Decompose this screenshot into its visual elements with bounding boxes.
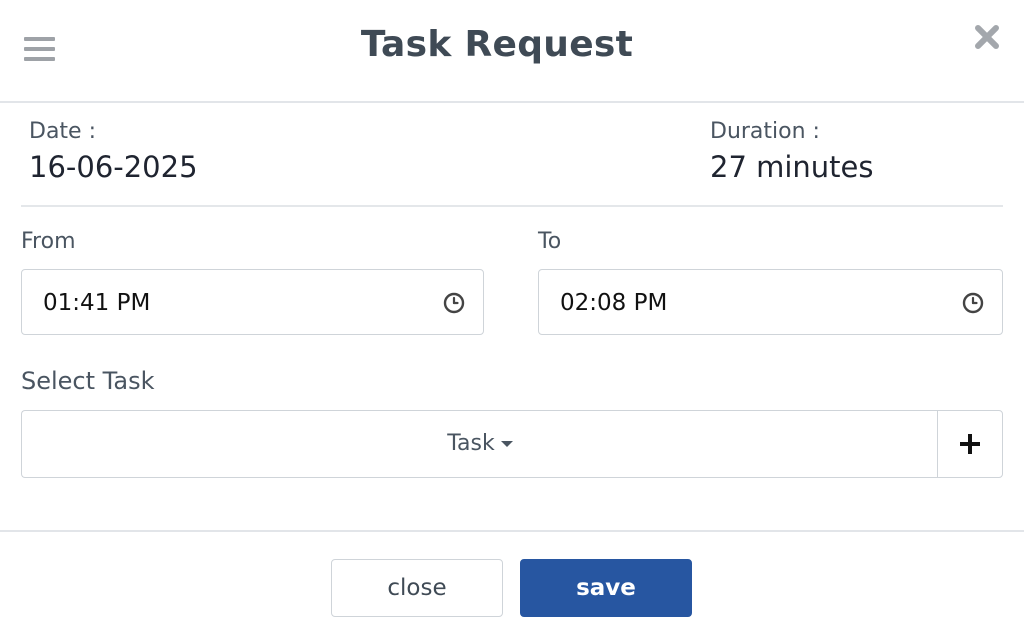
clock-icon[interactable] bbox=[443, 292, 465, 314]
task-request-dialog: Task Request Date : 16-06-2025 Duration … bbox=[0, 0, 1024, 634]
from-label: From bbox=[21, 229, 76, 254]
to-time-input[interactable]: 02:08 PM bbox=[538, 269, 1003, 335]
dialog-header: Task Request bbox=[0, 0, 1024, 103]
select-task-label: Select Task bbox=[21, 367, 155, 395]
add-task-button[interactable] bbox=[937, 410, 1003, 478]
duration-value: 27 minutes bbox=[710, 150, 874, 184]
clock-icon[interactable] bbox=[962, 292, 984, 314]
save-button[interactable]: save bbox=[520, 559, 692, 617]
task-dropdown-value: Task bbox=[447, 431, 495, 456]
dialog-footer: close save bbox=[0, 530, 1024, 634]
from-time-input[interactable]: 01:41 PM bbox=[21, 269, 484, 335]
date-label: Date : bbox=[29, 119, 96, 144]
from-time-value: 01:41 PM bbox=[43, 290, 151, 316]
duration-label: Duration : bbox=[710, 119, 820, 144]
task-dropdown-display: Task bbox=[22, 431, 938, 456]
date-value: 16-06-2025 bbox=[29, 150, 198, 184]
task-dropdown[interactable]: Task bbox=[21, 410, 938, 478]
close-button[interactable]: close bbox=[331, 559, 503, 617]
dialog-title: Task Request bbox=[360, 24, 634, 65]
to-time-value: 02:08 PM bbox=[560, 290, 668, 316]
close-icon[interactable] bbox=[974, 24, 1000, 50]
caret-down-icon bbox=[500, 441, 513, 447]
to-label: To bbox=[538, 229, 562, 254]
info-divider bbox=[21, 205, 1003, 207]
